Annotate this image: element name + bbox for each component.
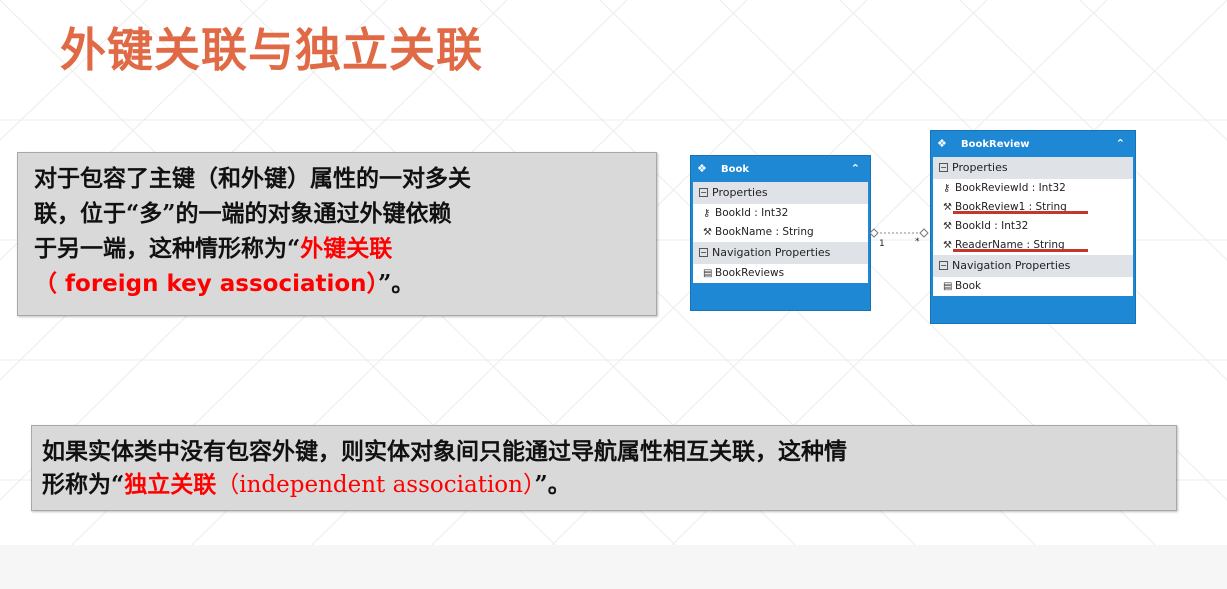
collapse-section-icon[interactable]: − bbox=[699, 248, 708, 257]
note1-line1: 对于包容了主键（和外键）属性的一对多关 bbox=[34, 165, 471, 192]
note1-line4-suffix: ”。 bbox=[378, 270, 415, 297]
review-property-reviewid[interactable]: ⚷ BookReviewId : Int32 bbox=[933, 179, 1133, 198]
bookreview-entity-header[interactable]: ❖ BookReview ⌃ bbox=[931, 131, 1135, 157]
book-property-bookname[interactable]: ⚒ BookName : String bbox=[693, 223, 868, 242]
review-properties-section[interactable]: − Properties bbox=[933, 157, 1133, 179]
book-nav-bookreviews[interactable]: ▤ BookReviews bbox=[693, 264, 868, 283]
book-properties-label: Properties bbox=[712, 186, 768, 199]
entity-icon: ❖ bbox=[937, 137, 947, 150]
chevron-up-icon[interactable]: ⌃ bbox=[851, 162, 860, 175]
note2-line2-prefix: 形称为“ bbox=[42, 471, 125, 498]
bookreview-entity-body: − Properties ⚷ BookReviewId : Int32 ⚒ BookR… bbox=[933, 157, 1133, 296]
wrench-icon: ⚒ bbox=[943, 202, 952, 213]
review-nav-item-label: Book bbox=[955, 280, 982, 292]
open-paren: （ bbox=[34, 270, 57, 297]
highlight-independent: 独立关联 bbox=[124, 471, 217, 498]
independent-association-note: 如果实体类中没有包容外键，则实体对象间只能通过导航属性相互关联，这种情 形称为“… bbox=[31, 425, 1177, 511]
book-property-bookid[interactable]: ⚷ BookId : Int32 bbox=[693, 204, 868, 223]
highlight-foreign-key-english: foreign key association bbox=[57, 271, 367, 297]
key-icon: ⚷ bbox=[943, 183, 951, 194]
review-property-readername[interactable]: ⚒ ReaderName : String bbox=[933, 236, 1133, 255]
review-property-review1[interactable]: ⚒ BookReview1 : String bbox=[933, 198, 1133, 217]
close-paren: ） bbox=[366, 270, 379, 297]
page-title: 外键关联与独立关联 bbox=[60, 23, 483, 77]
book-entity-header[interactable]: ❖ Book ⌃ bbox=[691, 156, 870, 182]
entity-icon: ❖ bbox=[697, 162, 707, 175]
book-entity-body: − Properties ⚷ BookId : Int32 ⚒ BookName : … bbox=[693, 182, 868, 283]
collapse-section-icon[interactable]: − bbox=[939, 163, 948, 172]
review-properties-label: Properties bbox=[952, 161, 1008, 174]
note2-line2-suffix: ”。 bbox=[534, 471, 571, 498]
multiplicity-many: * bbox=[915, 237, 920, 247]
note1-line4: （ foreign key association）”。 bbox=[34, 266, 656, 302]
note1-line3: 于另一端，这种情形称为“外键关联 bbox=[34, 231, 656, 266]
note2-line1: 如果实体类中没有包容外键，则实体对象间只能通过导航属性相互关联，这种情 bbox=[42, 438, 847, 465]
collapse-section-icon[interactable]: − bbox=[939, 261, 948, 270]
multiplicity-one: 1 bbox=[879, 239, 885, 249]
review-property-bookid[interactable]: ⚒ BookId : Int32 bbox=[933, 217, 1133, 236]
wrench-icon: ⚒ bbox=[943, 221, 952, 232]
footer-band bbox=[0, 545, 1227, 589]
review-property-label: BookReviewId : Int32 bbox=[955, 182, 1066, 194]
wrench-icon: ⚒ bbox=[703, 227, 712, 238]
book-properties-section[interactable]: − Properties bbox=[693, 182, 868, 204]
foreign-key-note: 对于包容了主键（和外键）属性的一对多关 联，位于“多”的一端的对象通过外键依赖 … bbox=[17, 152, 657, 316]
navigation-property-icon: ▤ bbox=[943, 281, 953, 292]
review-property-label: BookId : Int32 bbox=[955, 220, 1029, 232]
review-nav-label: Navigation Properties bbox=[952, 259, 1071, 272]
note2-line2: 形称为“独立关联（independent association）”。 bbox=[42, 468, 1176, 502]
note1-line2: 联，位于“多”的一端的对象通过外键依赖 bbox=[34, 200, 452, 227]
wrench-icon: ⚒ bbox=[943, 240, 952, 251]
underline-bookid bbox=[953, 249, 1088, 252]
book-nav-label: Navigation Properties bbox=[712, 246, 831, 259]
highlight-foreign-key: 外键关联 bbox=[300, 235, 393, 262]
note1-line3-text: 于另一端，这种情形称为“ bbox=[34, 235, 301, 262]
association-line[interactable] bbox=[868, 222, 932, 246]
book-nav-item-label: BookReviews bbox=[715, 267, 785, 279]
highlight-independent-english: （independent association） bbox=[216, 472, 535, 498]
book-navigation-section[interactable]: − Navigation Properties bbox=[693, 242, 868, 264]
collapse-section-icon[interactable]: − bbox=[699, 188, 708, 197]
book-property-label: BookId : Int32 bbox=[715, 207, 789, 219]
key-icon: ⚷ bbox=[703, 208, 711, 219]
chevron-up-icon[interactable]: ⌃ bbox=[1116, 137, 1125, 150]
review-navigation-section[interactable]: − Navigation Properties bbox=[933, 255, 1133, 277]
book-property-label: BookName : String bbox=[715, 226, 814, 238]
bookreview-entity-name: BookReview bbox=[961, 139, 1030, 150]
review-nav-book[interactable]: ▤ Book bbox=[933, 277, 1133, 296]
bookreview-entity[interactable]: ❖ BookReview ⌃ − Properties ⚷ BookReviewId… bbox=[930, 130, 1136, 324]
book-entity[interactable]: ❖ Book ⌃ − Properties ⚷ BookId : Int32 ⚒ Bo… bbox=[690, 155, 871, 311]
book-entity-name: Book bbox=[721, 164, 750, 175]
navigation-property-icon: ▤ bbox=[703, 268, 713, 279]
underline-bookreviewid bbox=[953, 211, 1088, 214]
